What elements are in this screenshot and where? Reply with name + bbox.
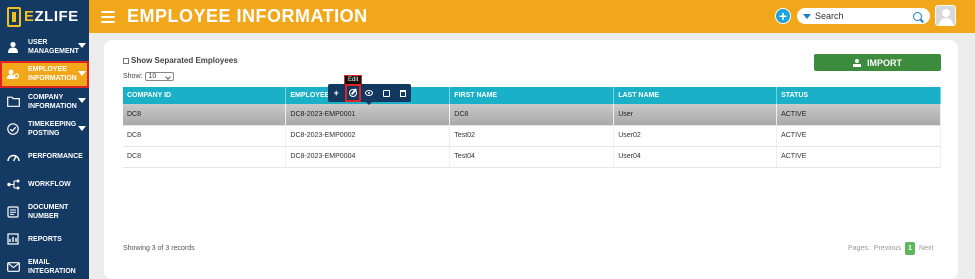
sidebar-item-label: DOCUMENT NUMBER — [28, 203, 69, 220]
page-title: EMPLOYEE INFORMATION — [127, 6, 368, 26]
calendar-icon — [382, 89, 390, 97]
eye-icon — [365, 90, 374, 96]
folder-icon — [6, 95, 20, 109]
search-placeholder: Search — [815, 11, 844, 21]
chevron-down-icon — [78, 98, 86, 103]
edit-icon — [348, 89, 357, 97]
hamburger-menu-icon[interactable] — [101, 10, 115, 23]
cell-last-name: User — [613, 104, 778, 126]
column-header-company-id[interactable]: COMPANY ID — [123, 87, 287, 104]
chevron-down-icon[interactable] — [803, 13, 811, 19]
page-size-control: Show: 10 — [123, 72, 175, 81]
show-separated-label: Show Separated Employees — [131, 56, 238, 65]
cell-employee: DC8-2023-EMP0002 — [285, 125, 451, 147]
column-header-last-name[interactable]: LAST NAME — [613, 87, 778, 104]
table-row[interactable]: DC8 DC8-2023-EMP0001 DC8 User ACTIVE — [123, 104, 941, 126]
sidebar-item-email-integration[interactable]: EMAIL INTEGRATION — [0, 253, 89, 279]
edit-button[interactable] — [344, 84, 362, 102]
document-icon — [6, 205, 20, 219]
gauge-icon — [6, 150, 20, 164]
sidebar-item-label: PERFORMANCE — [28, 153, 83, 161]
cell-last-name: User04 — [613, 146, 778, 168]
chevron-down-icon — [78, 70, 86, 76]
logo-text: ZLIFE — [34, 8, 79, 25]
sidebar-item-label: WORKFLOW — [28, 180, 71, 188]
check-circle-icon — [6, 122, 20, 136]
previous-page-link[interactable]: Previous — [874, 245, 901, 252]
table-row[interactable]: DC8 DC8-2023-EMP0004 Test04 User04 ACTIV… — [123, 146, 941, 168]
sidebar-item-reports[interactable]: REPORTS — [0, 226, 89, 254]
cell-status: ACTIVE — [776, 146, 941, 168]
sidebar-item-user-management[interactable]: USER MANAGEMENT — [0, 33, 89, 61]
search-input[interactable]: Search — [797, 8, 930, 24]
page-size-select[interactable]: 10 — [145, 72, 175, 81]
search-icon[interactable] — [913, 11, 922, 21]
app-logo[interactable]: EZLIFE — [0, 0, 89, 33]
top-header: EMPLOYEE INFORMATION + Search — [89, 0, 975, 33]
chevron-down-icon — [78, 43, 86, 48]
employee-table: COMPANY ID EMPLOYEE FIRST NAME LAST NAME… — [123, 87, 941, 168]
cell-employee: DC8-2023-EMP0001 — [285, 104, 451, 126]
reports-icon — [6, 232, 20, 246]
pagination: Pages: Previous 1 Next — [848, 242, 933, 255]
row-action-toolbar: + — [328, 84, 411, 102]
sidebar-item-timekeeping-posting[interactable]: TIMEKEEPING POSTING — [0, 116, 89, 144]
import-button[interactable]: IMPORT — [814, 54, 941, 71]
show-separated-checkbox[interactable] — [123, 57, 129, 64]
cell-first-name: Test04 — [449, 146, 615, 168]
sidebar-item-performance[interactable]: PERFORMANCE — [0, 143, 89, 171]
import-label: IMPORT — [867, 57, 902, 68]
cell-status: ACTIVE — [776, 104, 941, 126]
cell-first-name: DC8 — [449, 104, 615, 126]
avatar[interactable] — [935, 5, 956, 26]
sidebar-item-label: EMPLOYEE INFORMATION — [28, 66, 77, 83]
logo-icon — [7, 6, 21, 27]
trash-icon — [399, 89, 406, 97]
sidebar-item-employee-information[interactable]: EMPLOYEE INFORMATION — [0, 60, 89, 88]
import-user-icon — [853, 58, 861, 67]
sidebar-item-label: COMPANY INFORMATION — [28, 93, 77, 110]
calendar-button[interactable] — [378, 84, 395, 102]
logo-prefix: E — [24, 8, 35, 25]
show-label: Show: — [123, 73, 143, 80]
sidebar: EZLIFE USER MANAGEMENT EMPLOYEE INFORMAT… — [0, 0, 89, 279]
cell-status: ACTIVE — [776, 125, 941, 147]
next-page-link[interactable]: Next — [919, 245, 933, 252]
cell-first-name: Test02 — [449, 125, 615, 147]
cell-last-name: User02 — [613, 125, 778, 147]
pages-label: Pages: — [848, 245, 870, 252]
add-row-icon[interactable]: + — [328, 84, 345, 102]
sidebar-item-company-information[interactable]: COMPANY INFORMATION — [0, 88, 89, 116]
table-row[interactable]: DC8 DC8-2023-EMP0002 Test02 User02 ACTIV… — [123, 125, 941, 147]
current-page-button[interactable]: 1 — [905, 242, 916, 255]
cell-company-id: DC8 — [123, 125, 287, 147]
chevron-down-icon — [78, 125, 86, 131]
cell-company-id: DC8 — [123, 146, 287, 168]
records-count: Showing 3 of 3 records — [123, 245, 195, 252]
employee-icon — [6, 67, 20, 81]
mail-icon — [6, 260, 20, 274]
cell-company-id: DC8 — [123, 104, 287, 126]
user-icon — [6, 40, 20, 54]
sidebar-item-document-number[interactable]: DOCUMENT NUMBER — [0, 198, 89, 226]
sidebar-item-workflow[interactable]: WORKFLOW — [0, 171, 89, 199]
workflow-icon — [6, 177, 20, 191]
cell-employee: DC8-2023-EMP0004 — [285, 146, 451, 168]
sidebar-item-label: REPORTS — [28, 235, 62, 243]
employee-list-card: Show Separated Employees Show: 10 IMPORT… — [104, 40, 958, 279]
add-button[interactable]: + — [775, 8, 791, 24]
delete-button[interactable] — [394, 84, 411, 102]
column-header-first-name[interactable]: FIRST NAME — [449, 87, 615, 104]
sidebar-item-label: USER MANAGEMENT — [28, 38, 79, 55]
column-header-status[interactable]: STATUS — [776, 87, 941, 104]
view-button[interactable] — [361, 84, 378, 102]
show-separated-toggle[interactable]: Show Separated Employees — [123, 56, 238, 65]
sidebar-item-label: EMAIL INTEGRATION — [28, 258, 76, 275]
table-header-row: COMPANY ID EMPLOYEE FIRST NAME LAST NAME… — [123, 87, 941, 104]
toolbar-pointer — [366, 102, 372, 105]
sidebar-item-label: TIMEKEEPING POSTING — [28, 121, 77, 138]
